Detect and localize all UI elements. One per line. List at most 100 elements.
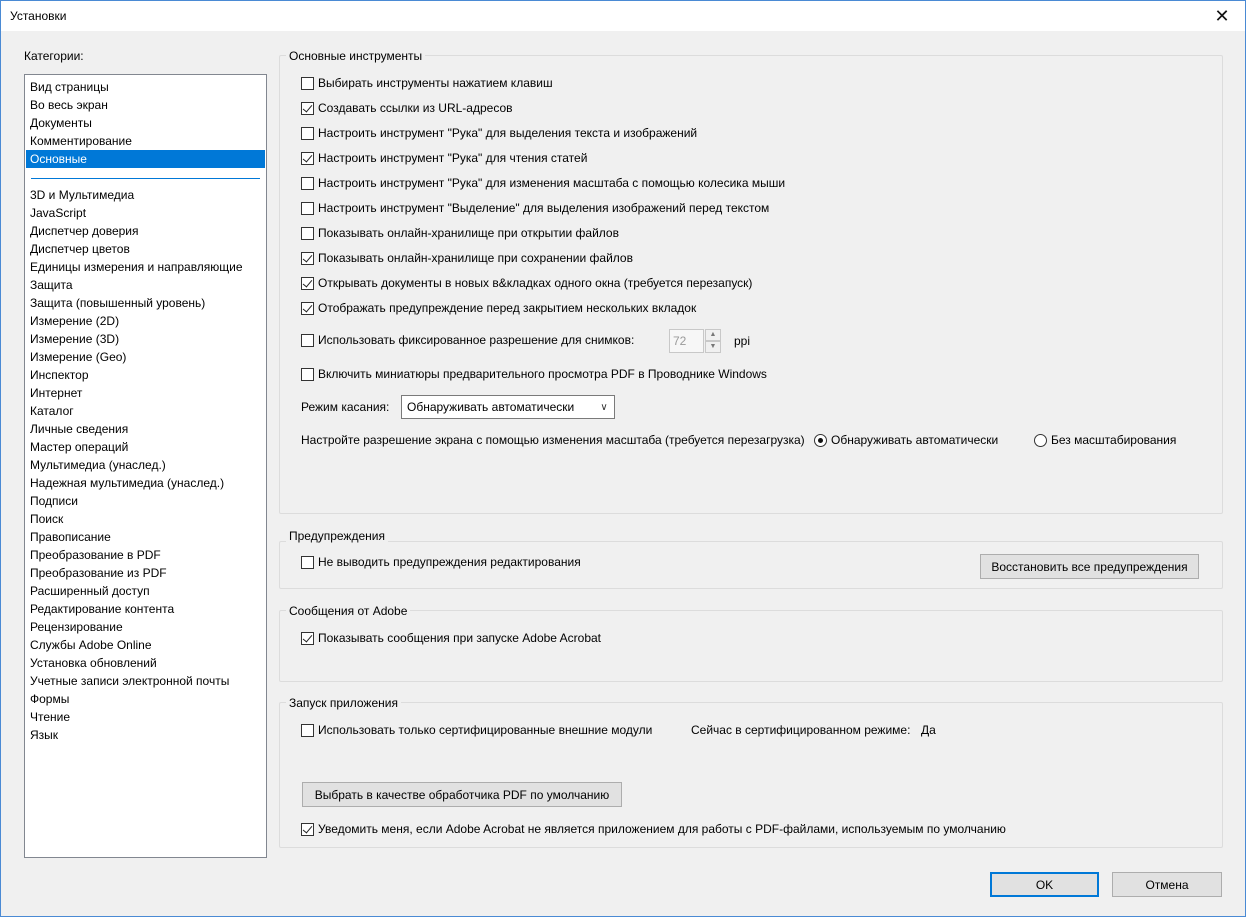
- category-item[interactable]: Каталог: [26, 402, 265, 420]
- category-item[interactable]: Учетные записи электронной почты: [26, 672, 265, 690]
- checkbox-box[interactable]: [301, 201, 314, 215]
- category-item[interactable]: Службы Adobe Online: [26, 636, 265, 654]
- window-title: Установки: [10, 9, 67, 23]
- category-item[interactable]: Мультимедиа (унаслед.): [26, 456, 265, 474]
- category-item[interactable]: Защита (повышенный уровень): [26, 294, 265, 312]
- category-item[interactable]: Основные: [26, 150, 265, 168]
- basic-option-label: Показывать онлайн-хранилище при сохранен…: [318, 251, 633, 265]
- basic-option-checkbox[interactable]: Показывать онлайн-хранилище при открытии…: [301, 226, 619, 240]
- certified-status-label: Сейчас в сертифицированном режиме:: [691, 723, 911, 737]
- certified-only-label: Использовать только сертифицированные вн…: [318, 723, 653, 737]
- checkbox-box[interactable]: [301, 301, 314, 315]
- basic-option-label: Настроить инструмент "Рука" для чтения с…: [318, 151, 588, 165]
- checkbox-box[interactable]: [301, 101, 314, 115]
- basic-option-checkbox[interactable]: Настроить инструмент "Рука" для изменени…: [301, 176, 785, 190]
- thumbnails-checkbox[interactable]: Включить миниатюры предварительного прос…: [301, 367, 767, 381]
- default-handler-button[interactable]: Выбрать в качестве обработчика PDF по ум…: [302, 782, 622, 807]
- basic-option-checkbox[interactable]: Выбирать инструменты нажатием клавиш: [301, 76, 553, 90]
- category-item[interactable]: Вид страницы: [26, 78, 265, 96]
- suppress-warnings-checkbox[interactable]: Не выводить предупреждения редактировани…: [301, 555, 581, 569]
- resolution-value[interactable]: 72: [669, 329, 704, 353]
- basic-tools-title: Основные инструменты: [286, 49, 426, 63]
- basic-option-checkbox[interactable]: Отображать предупреждение перед закрытие…: [301, 301, 696, 315]
- categories-label: Категории:: [24, 49, 84, 63]
- chevron-down-icon[interactable]: ∨: [594, 396, 614, 418]
- show-messages-checkbox[interactable]: Показывать сообщения при запуске Adobe A…: [301, 631, 601, 645]
- category-item[interactable]: Единицы измерения и направляющие: [26, 258, 265, 276]
- category-item[interactable]: Формы: [26, 690, 265, 708]
- checkbox-box[interactable]: [301, 555, 314, 569]
- category-item[interactable]: Чтение: [26, 708, 265, 726]
- notify-default-checkbox[interactable]: Уведомить меня, если Adobe Acrobat не яв…: [301, 822, 1006, 836]
- category-item[interactable]: Измерение (Geo): [26, 348, 265, 366]
- category-item[interactable]: Преобразование в PDF: [26, 546, 265, 564]
- checkbox-box[interactable]: [301, 631, 314, 645]
- cancel-button[interactable]: Отмена: [1112, 872, 1222, 897]
- category-item[interactable]: Измерение (2D): [26, 312, 265, 330]
- resolution-spinner[interactable]: 72 ▲ ▼: [669, 329, 721, 353]
- scaling-auto-radio[interactable]: Обнаруживать автоматически: [814, 433, 998, 447]
- spin-up-icon[interactable]: ▲: [705, 329, 721, 341]
- category-item[interactable]: Подписи: [26, 492, 265, 510]
- basic-option-checkbox[interactable]: Настроить инструмент "Выделение" для выд…: [301, 201, 769, 215]
- category-item[interactable]: Язык: [26, 726, 265, 744]
- scaling-label: Настройте разрешение экрана с помощью из…: [301, 433, 805, 447]
- checkbox-box[interactable]: [301, 251, 314, 265]
- scaling-none-radio[interactable]: Без масштабирования: [1034, 433, 1176, 447]
- category-item[interactable]: Документы: [26, 114, 265, 132]
- category-item[interactable]: Инспектор: [26, 366, 265, 384]
- checkbox-box[interactable]: [301, 76, 314, 90]
- basic-option-checkbox[interactable]: Настроить инструмент "Рука" для выделени…: [301, 126, 697, 140]
- basic-option-label: Открывать документы в новых в&кладках од…: [318, 276, 753, 290]
- checkbox-box[interactable]: [301, 333, 314, 347]
- ok-button[interactable]: OK: [990, 872, 1099, 897]
- basic-option-label: Отображать предупреждение перед закрытие…: [318, 301, 697, 315]
- basic-option-label: Выбирать инструменты нажатием клавиш: [318, 76, 553, 90]
- category-item[interactable]: Установка обновлений: [26, 654, 265, 672]
- category-item[interactable]: Правописание: [26, 528, 265, 546]
- category-item[interactable]: Диспетчер цветов: [26, 240, 265, 258]
- checkbox-box[interactable]: [301, 176, 314, 190]
- spin-down-icon[interactable]: ▼: [705, 341, 721, 353]
- category-item[interactable]: Во весь экран: [26, 96, 265, 114]
- category-item[interactable]: Поиск: [26, 510, 265, 528]
- category-item[interactable]: JavaScript: [26, 204, 265, 222]
- categories-list[interactable]: Вид страницы Во весь экран Документы Коммен…: [24, 74, 267, 858]
- show-messages-label: Показывать сообщения при запуске Adobe A…: [318, 631, 602, 645]
- category-item[interactable]: Диспетчер доверия: [26, 222, 265, 240]
- checkbox-box[interactable]: [301, 126, 314, 140]
- checkbox-box[interactable]: [301, 276, 314, 290]
- category-item[interactable]: Редактирование контента: [26, 600, 265, 618]
- basic-option-label: Настроить инструмент "Рука" для выделени…: [318, 126, 698, 140]
- fixed-resolution-checkbox[interactable]: Использовать фиксированное разрешение дл…: [301, 333, 634, 347]
- touch-mode-select[interactable]: Обнаруживать автоматически ∨: [401, 395, 615, 419]
- radio-circle[interactable]: [814, 433, 827, 447]
- basic-option-checkbox[interactable]: Настроить инструмент "Рука" для чтения с…: [301, 151, 587, 165]
- category-item[interactable]: Расширенный доступ: [26, 582, 265, 600]
- category-item[interactable]: 3D и Мультимедиа: [26, 186, 265, 204]
- category-item[interactable]: Личные сведения: [26, 420, 265, 438]
- certified-status-value: Да: [921, 723, 936, 737]
- basic-option-label: Показывать онлайн-хранилище при открытии…: [318, 226, 619, 240]
- category-item[interactable]: Комментирование: [26, 132, 265, 150]
- category-item[interactable]: Преобразование из PDF: [26, 564, 265, 582]
- checkbox-box[interactable]: [301, 226, 314, 240]
- close-icon[interactable]: ✕: [1199, 1, 1245, 31]
- category-item[interactable]: Мастер операций: [26, 438, 265, 456]
- category-item[interactable]: Интернет: [26, 384, 265, 402]
- radio-circle[interactable]: [1034, 433, 1047, 447]
- basic-option-checkbox[interactable]: Открывать документы в новых в&кладках од…: [301, 276, 752, 290]
- basic-option-checkbox[interactable]: Создавать ссылки из URL-адресов: [301, 101, 513, 115]
- category-item[interactable]: Надежная мультимедиа (унаслед.): [26, 474, 265, 492]
- basic-option-label: Создавать ссылки из URL-адресов: [318, 101, 513, 115]
- basic-option-checkbox[interactable]: Показывать онлайн-хранилище при сохранен…: [301, 251, 633, 265]
- checkbox-box[interactable]: [301, 723, 314, 737]
- category-item[interactable]: Рецензирование: [26, 618, 265, 636]
- reset-warnings-button[interactable]: Восстановить все предупреждения: [980, 554, 1199, 579]
- certified-only-checkbox[interactable]: Использовать только сертифицированные вн…: [301, 723, 652, 737]
- checkbox-box[interactable]: [301, 151, 314, 165]
- category-item[interactable]: Измерение (3D): [26, 330, 265, 348]
- category-item[interactable]: Защита: [26, 276, 265, 294]
- checkbox-box[interactable]: [301, 822, 314, 836]
- checkbox-box[interactable]: [301, 367, 314, 381]
